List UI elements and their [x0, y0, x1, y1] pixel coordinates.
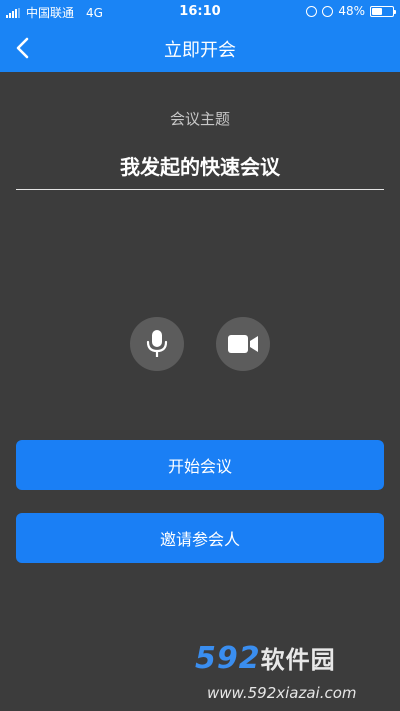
microphone-icon	[146, 330, 168, 357]
status-right: 48%	[306, 4, 396, 18]
watermark-url: www.592xiazai.com	[207, 684, 357, 702]
orientation-lock-icon	[306, 5, 318, 17]
watermark-logo: 592软件园	[195, 640, 336, 676]
watermark: 592软件园 www.592xiazai.com	[195, 640, 395, 706]
microphone-toggle-button[interactable]	[130, 317, 184, 371]
status-bar: 中国联通 4G 16:10 48%	[0, 0, 400, 24]
camera-toggle-button[interactable]	[216, 317, 270, 371]
battery-fill	[372, 7, 382, 15]
battery-percent: 48%	[338, 4, 365, 18]
watermark-logo-number: 592	[195, 641, 261, 676]
nav-bar: 立即开会	[0, 24, 400, 72]
alarm-icon	[322, 5, 334, 17]
invite-participants-button[interactable]: 邀请参会人	[16, 513, 384, 563]
video-camera-icon	[228, 335, 258, 353]
watermark-logo-text: 软件园	[260, 646, 336, 674]
meeting-topic-label: 会议主题	[169, 110, 230, 128]
meeting-topic-input[interactable]	[16, 142, 384, 190]
start-meeting-button[interactable]: 开始会议	[16, 440, 384, 490]
battery-icon	[370, 5, 396, 17]
page-title: 立即开会	[164, 40, 236, 61]
